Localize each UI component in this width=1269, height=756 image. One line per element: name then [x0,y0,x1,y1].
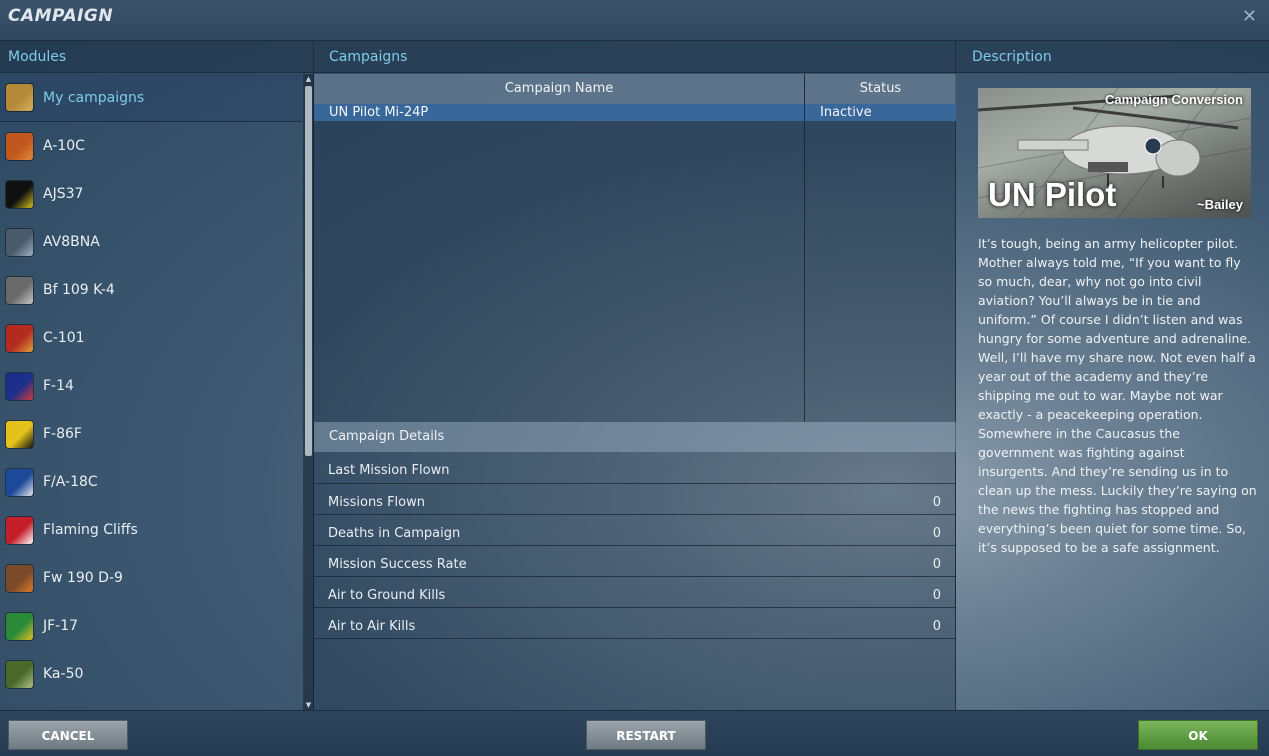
module-label: A-10C [43,138,85,154]
campaign-status-cell: Inactive [820,105,872,120]
module-item[interactable]: My campaigns [0,74,302,122]
detail-value: 0 [932,588,941,603]
campaigns-header: Campaigns [314,41,805,73]
modules-list: My campaigns A-10C AJS37 AV8BNA Bf 109 K-4 C-… [0,74,302,710]
campaigns-header-blank [805,41,956,73]
module-label: C-101 [43,330,85,346]
module-label: F/A-18C [43,474,98,490]
detail-row: Air to Ground Kills 0 [314,577,956,608]
module-item[interactable]: F/A-18C [0,458,302,506]
module-label: Flaming Cliffs [43,522,138,538]
description-header: Description [956,41,1269,73]
detail-value: 0 [932,495,941,510]
campaigns-table-header: Campaign Name Status [314,74,956,105]
detail-label: Missions Flown [328,495,425,510]
detail-row: Last Mission Flown [314,452,956,484]
module-item[interactable]: AV8BNA [0,218,302,266]
campaigns-table: UN Pilot Mi-24P Inactive [314,104,956,422]
module-label: My campaigns [43,89,145,106]
window-title: CAMPAIGN [8,6,114,26]
campaign-details: Last Mission Flown Missions Flown 0 Deaths … [314,452,956,710]
flaming-cliffs-icon [6,516,33,544]
c101-icon [6,324,33,352]
close-icon[interactable]: ✕ [1242,6,1257,27]
detail-row: Mission Success Rate 0 [314,546,956,577]
column-header-name[interactable]: Campaign Name [314,74,804,104]
bottom-bar: CANCEL RESTART OK [0,710,1269,756]
module-item[interactable]: C-101 [0,314,302,362]
campaign-image: Campaign Conversion UN Pilot ~Bailey [978,88,1251,218]
scroll-down-icon[interactable]: ▼ [303,700,314,710]
module-item[interactable]: F-86F [0,410,302,458]
campaign-description: It’s tough, being an army helicopter pil… [978,236,1257,555]
module-item[interactable]: Flaming Cliffs [0,506,302,554]
f86f-icon [6,420,33,448]
fa18c-icon [6,468,33,496]
detail-label: Deaths in Campaign [328,526,461,541]
campaign-name-cell: UN Pilot Mi-24P [329,105,429,120]
detail-row: Air to Air Kills 0 [314,608,956,639]
detail-row: Deaths in Campaign 0 [314,515,956,546]
module-label: AV8BNA [43,234,100,250]
f14-icon [6,372,33,400]
column-header-status[interactable]: Status [805,74,956,104]
my-campaigns-icon [6,84,33,111]
module-label: F-86F [43,426,82,442]
ka50-icon [6,660,33,688]
module-item[interactable]: Ka-50 [0,650,302,698]
module-label: Ka-50 [43,666,84,682]
detail-row: Missions Flown 0 [314,484,956,515]
module-item[interactable]: A-10C [0,122,302,170]
av8bna-icon [6,228,33,256]
detail-label: Air to Air Kills [328,619,416,634]
module-label: F-14 [43,378,74,394]
detail-value: 0 [932,526,941,541]
modules-scrollbar[interactable]: ▲ ▼ [303,74,314,710]
module-item[interactable]: JF-17 [0,602,302,650]
scroll-thumb[interactable] [305,86,312,456]
module-label: Bf 109 K-4 [43,282,115,298]
jf17-icon [6,612,33,640]
module-label: AJS37 [43,186,84,202]
module-item[interactable]: Fw 190 D-9 [0,554,302,602]
detail-label: Last Mission Flown [328,463,450,478]
image-title: UN Pilot [988,176,1117,213]
module-item[interactable]: AJS37 [0,170,302,218]
module-label: JF-17 [43,618,79,634]
fw190-icon [6,564,33,592]
table-column-divider [804,104,805,422]
cancel-button[interactable]: CANCEL [8,720,128,750]
detail-label: Mission Success Rate [328,557,467,572]
module-item[interactable]: F-14 [0,362,302,410]
campaign-details-header: Campaign Details [314,422,956,452]
a10c-icon [6,132,33,160]
image-tag: Campaign Conversion [1105,92,1243,107]
image-author: ~Bailey [1197,197,1243,212]
module-item[interactable]: Bf 109 K-4 [0,266,302,314]
module-label: Fw 190 D-9 [43,570,123,586]
detail-value: 0 [932,557,941,572]
table-row[interactable]: UN Pilot Mi-24P Inactive [314,104,956,121]
modules-header: Modules [0,41,314,73]
ok-button[interactable]: OK [1138,720,1258,750]
bf109-icon [6,276,33,304]
detail-value: 0 [932,619,941,634]
scroll-up-icon[interactable]: ▲ [303,74,314,84]
ajs37-icon [6,180,33,208]
title-bar: CAMPAIGN ✕ [0,0,1269,41]
restart-button[interactable]: RESTART [586,720,706,750]
detail-label: Air to Ground Kills [328,588,446,603]
